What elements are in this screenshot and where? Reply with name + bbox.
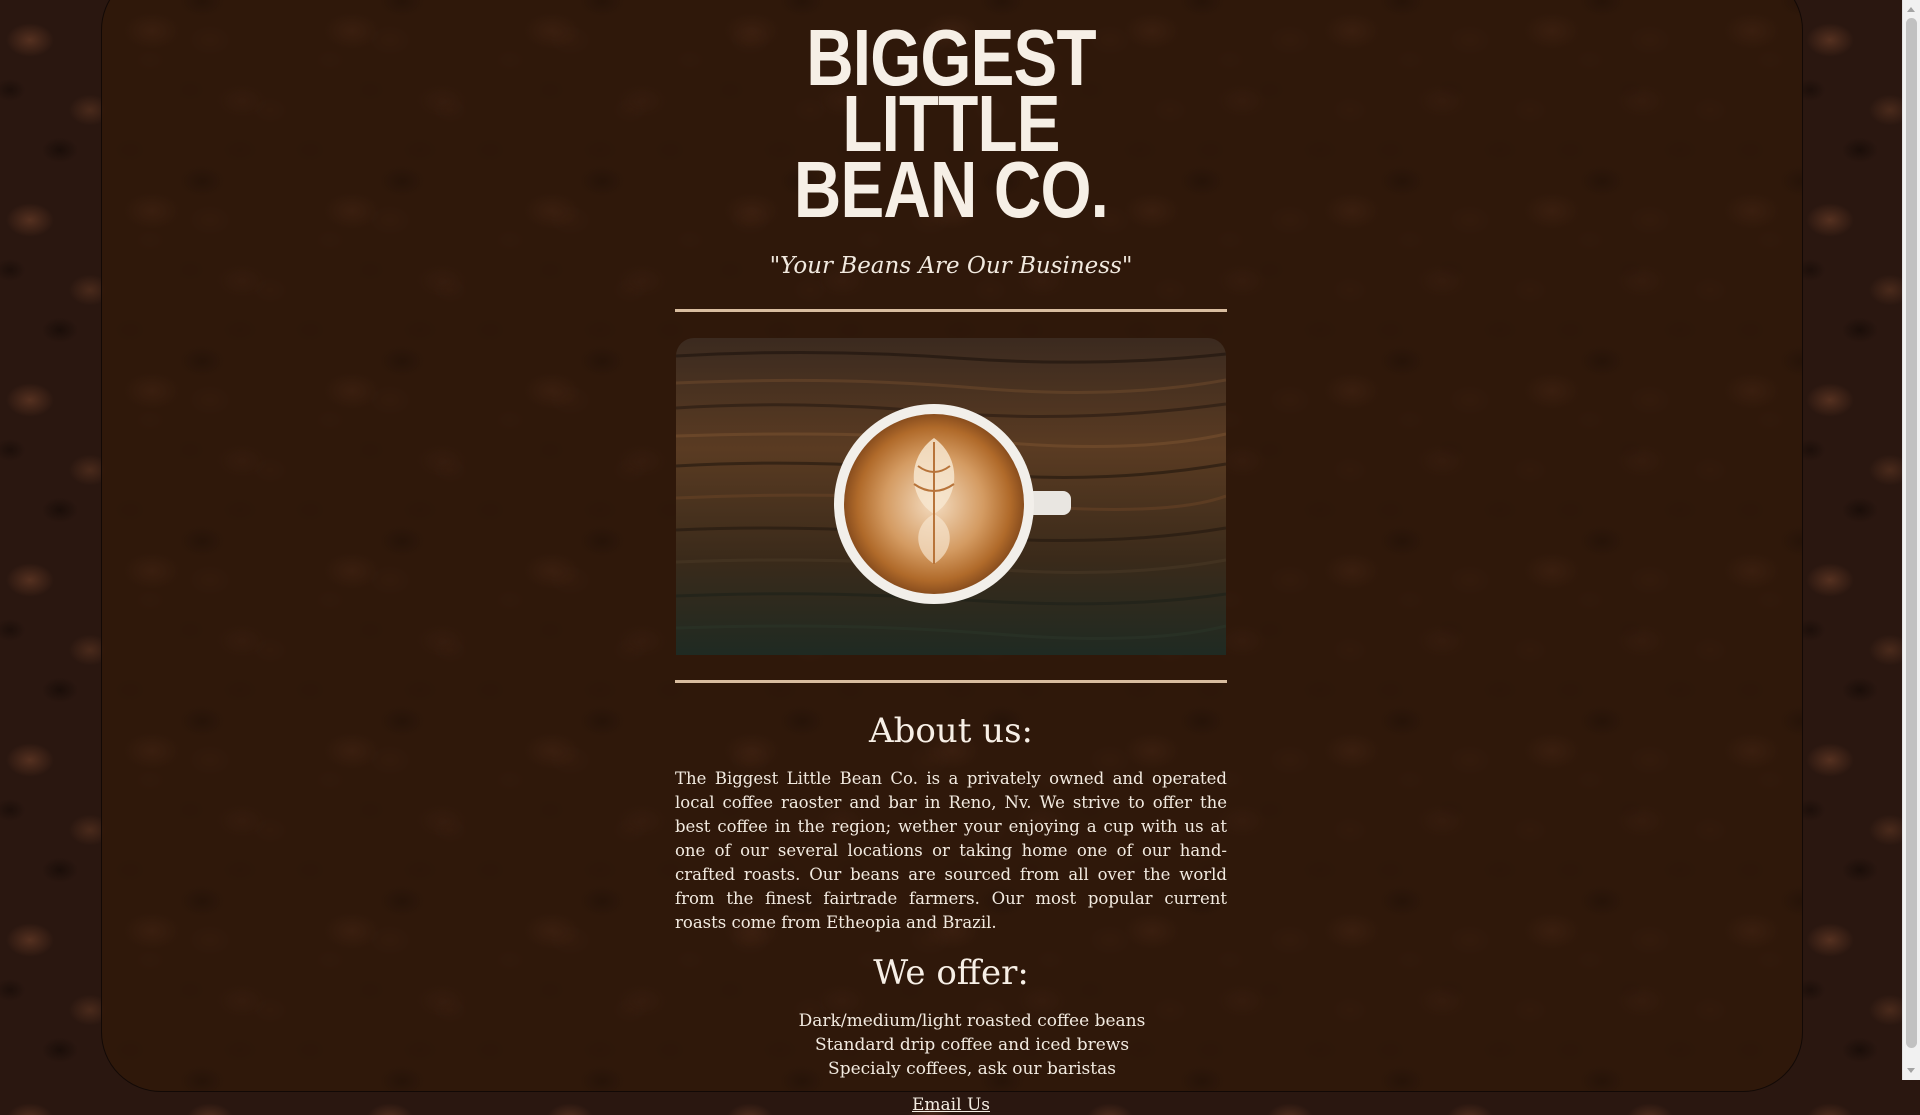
main-content: BIGGEST LITTLE BEAN CO. "Your Beans Are … — [675, 0, 1227, 1115]
offer-heading: We offer: — [873, 953, 1029, 993]
offer-item: Dark/medium/light roasted coffee beans — [798, 1011, 1146, 1031]
hero-latte-image — [676, 338, 1226, 655]
site-title-line-1: BIGGEST LITTLE — [806, 13, 1096, 168]
offer-item: Standard drip coffee and iced brews — [814, 1035, 1130, 1055]
scroll-up-arrow-icon[interactable] — [1907, 7, 1915, 12]
about-paragraph: The Biggest Little Bean Co. is a private… — [675, 769, 1227, 932]
offer-item: Specialy coffees, ask our baristas — [828, 1059, 1116, 1079]
site-title: BIGGEST LITTLE BEAN CO. — [725, 13, 1178, 234]
divider-top — [675, 309, 1227, 312]
scroll-down-arrow-icon[interactable] — [1907, 1068, 1915, 1073]
site-title-line-2: BEAN CO. — [793, 145, 1109, 234]
vertical-scrollbar[interactable] — [1902, 0, 1920, 1080]
divider-bottom — [675, 680, 1227, 683]
email-us-link[interactable]: Email Us — [912, 1095, 990, 1115]
about-heading: About us: — [869, 711, 1033, 751]
offer-list: Dark/medium/light roasted coffee beans S… — [717, 1009, 1227, 1081]
site-tagline: "Your Beans Are Our Business" — [769, 253, 1133, 279]
scrollbar-thumb[interactable] — [1906, 18, 1917, 1048]
